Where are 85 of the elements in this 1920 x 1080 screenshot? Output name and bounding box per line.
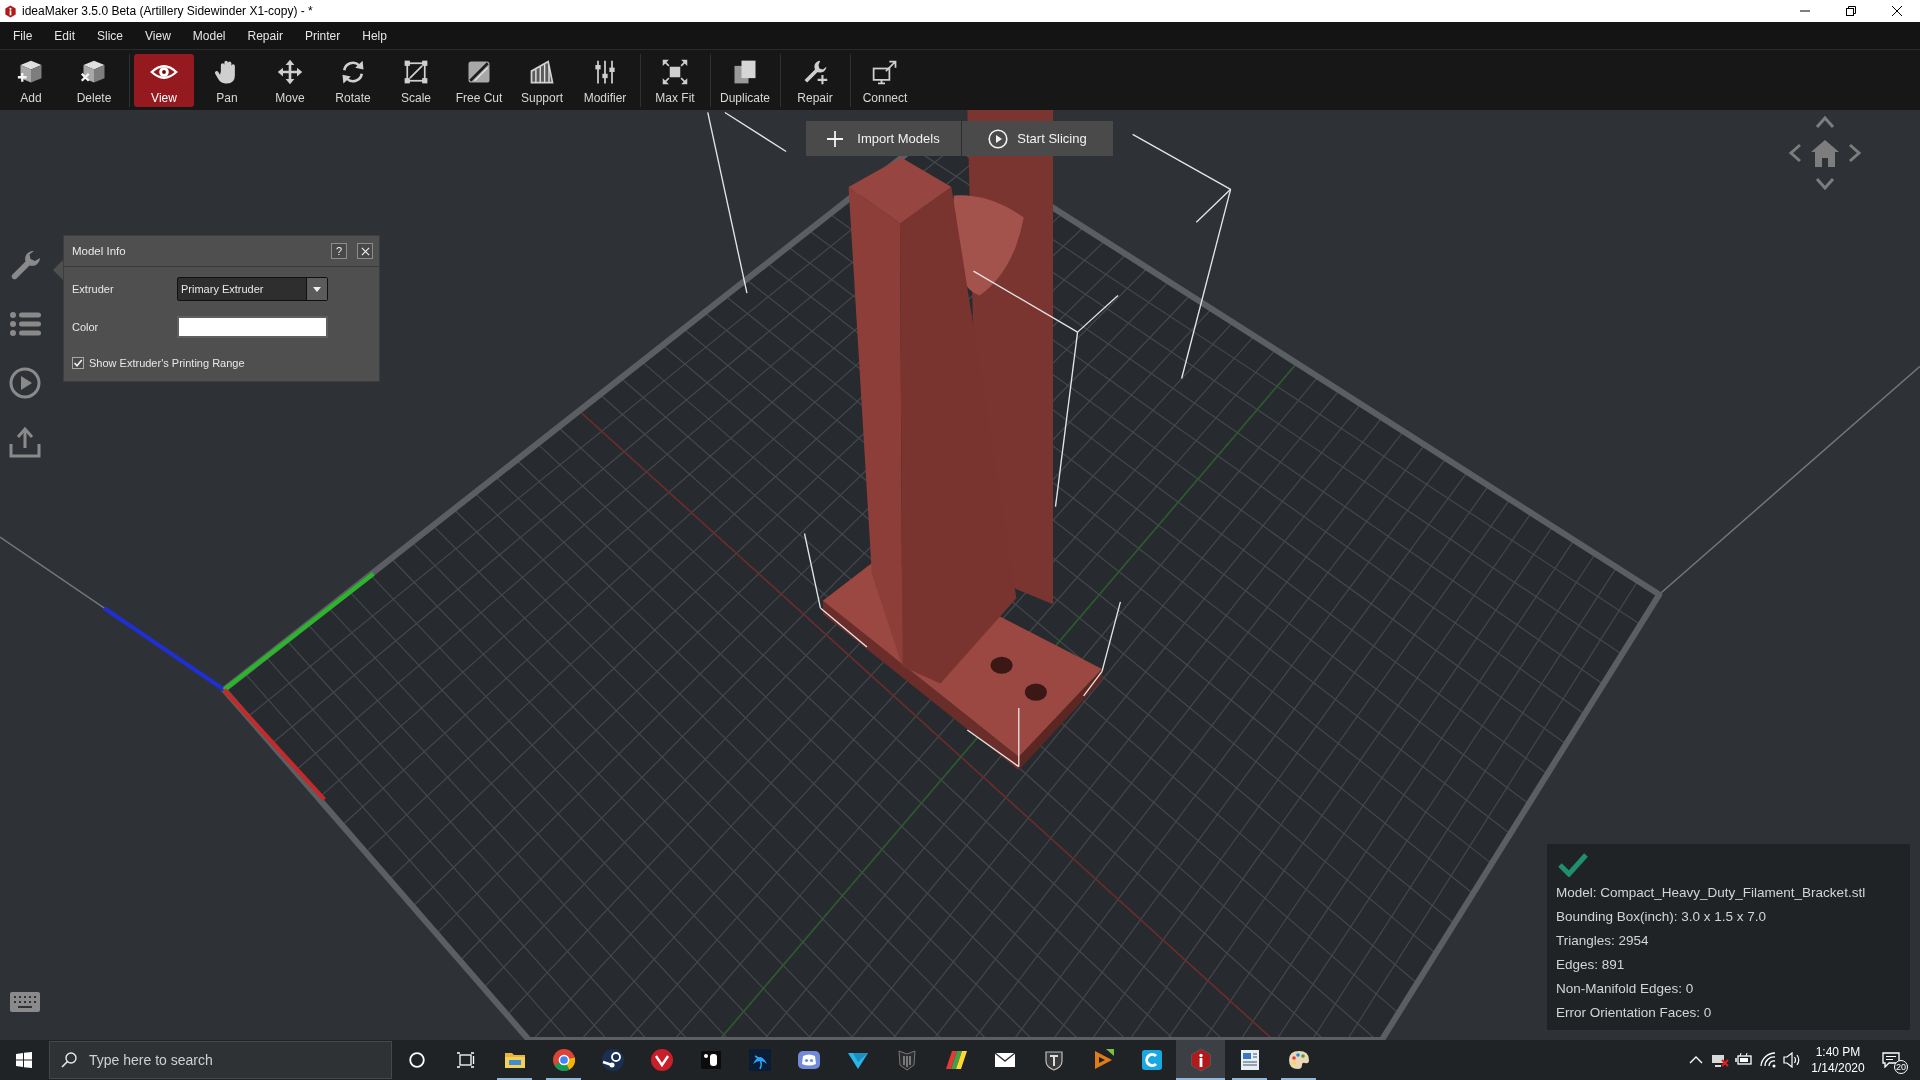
swirl-icon — [747, 1048, 772, 1072]
stats-line: Edges: 891 — [1556, 956, 1626, 974]
stats-line: Triangles: 2954 — [1556, 932, 1650, 950]
menu-item[interactable]: Repair — [236, 22, 294, 49]
toolbar-button[interactable]: Move — [260, 54, 320, 107]
toolbar-button[interactable]: Modifier — [575, 54, 635, 107]
keyboard-icon[interactable] — [10, 992, 40, 1012]
menu-item[interactable]: File — [2, 22, 44, 49]
expand-icon — [661, 58, 689, 86]
clock-button[interactable]: 1:40 PM 1/14/2020 — [1804, 1040, 1872, 1080]
checkbox-label[interactable]: Show Extruder's Printing Range — [89, 357, 245, 369]
checkbox[interactable] — [72, 357, 84, 369]
toolbar-button[interactable]: Free Cut — [449, 54, 509, 107]
toolbar-button[interactable]: Max Fit — [645, 54, 705, 107]
wrench-icon[interactable] — [9, 249, 41, 281]
menu-item[interactable]: Printer — [293, 22, 352, 49]
menu-item[interactable]: Edit — [43, 22, 87, 49]
arc-tile-icon — [1139, 1048, 1164, 1072]
windows-logo-icon — [16, 1052, 32, 1068]
plus-icon — [827, 130, 844, 147]
toolbar-button[interactable]: Rotate — [323, 54, 383, 107]
caret-down-icon — [313, 286, 321, 292]
toolbar-button[interactable]: Scale — [386, 54, 446, 107]
notification-badge: 20 — [1894, 1060, 1908, 1074]
restore-icon — [1846, 6, 1856, 16]
search-field[interactable]: Type here to search — [49, 1041, 392, 1079]
chevron-left-icon[interactable] — [1787, 143, 1803, 163]
panel-title: Model Info — [72, 245, 127, 257]
square-logo-icon — [698, 1048, 723, 1072]
color-swatch[interactable] — [177, 316, 328, 338]
resize-frame-icon — [402, 58, 430, 86]
close-icon — [360, 246, 370, 256]
gamepad-icon — [796, 1048, 821, 1072]
support-columns-icon — [528, 58, 556, 86]
toolbar-button[interactable]: Connect — [855, 54, 915, 107]
help-button[interactable]: ? — [331, 243, 347, 259]
move-arrows-icon — [276, 58, 304, 86]
piston-disc-icon — [600, 1048, 625, 1072]
app-logo-icon — [4, 4, 17, 18]
toolbar-button[interactable]: View — [134, 54, 194, 107]
import-models-button[interactable]: Import Models — [806, 121, 961, 156]
toolbar-button[interactable]: Pan — [197, 54, 257, 107]
stats-line: Non-Manifold Edges: 0 — [1556, 980, 1695, 998]
toolbar-button[interactable]: Support — [512, 54, 572, 107]
striped-parallelogram-icon — [943, 1048, 968, 1072]
stats-line: Model: Compact_Heavy_Duty_Filament_Bracket.stl — [1556, 884, 1867, 902]
model-bracket[interactable] — [822, 110, 1103, 771]
monitor-link-icon — [871, 58, 899, 86]
toolbar-button[interactable]: Duplicate — [715, 54, 775, 107]
tricolor-circle-icon — [551, 1048, 576, 1072]
search-icon — [61, 1052, 77, 1068]
upload-icon[interactable] — [9, 426, 41, 458]
home-icon[interactable] — [1810, 138, 1840, 168]
chevron-down-icon[interactable] — [1815, 176, 1835, 192]
chevron-disc-icon — [649, 1048, 674, 1072]
stats-line: Bounding Box(inch): 3.0 x 1.5 x 7.0 — [1556, 908, 1768, 926]
play-circle-icon[interactable] — [9, 367, 41, 399]
extruder-dropdown[interactable]: Primary Extruder — [177, 277, 328, 301]
palette-icon — [1286, 1048, 1311, 1072]
field-label: Extruder — [72, 283, 115, 295]
notification-button[interactable]: 20 — [1872, 1040, 1920, 1080]
volume-icon[interactable] — [1783, 1052, 1801, 1068]
task-view-icon — [456, 1052, 475, 1068]
battery-icon[interactable] — [1735, 1052, 1753, 1068]
toolbar-button[interactable]: Add — [1, 54, 61, 107]
menu-item[interactable]: Help — [351, 22, 398, 49]
stats-line: Error Orientation Faces: 0 — [1556, 1004, 1713, 1022]
start-slicing-button[interactable]: Start Slicing — [961, 121, 1113, 156]
toolbar-button[interactable]: Repair — [785, 54, 845, 107]
hexagon-logo-icon — [1188, 1048, 1213, 1072]
close-panel-button[interactable] — [357, 243, 373, 259]
field-label: Color — [72, 321, 100, 333]
chevron-up-icon[interactable] — [1815, 114, 1835, 130]
panel-pointer — [53, 260, 63, 280]
window-title: ideaMaker 3.5.0 Beta (Artillery Sidewinder X1-copy) - * — [22, 4, 314, 18]
menu-item[interactable]: Slice — [86, 22, 135, 49]
play-circle-icon — [988, 128, 1009, 149]
network-icon[interactable] — [1711, 1052, 1729, 1068]
wifi-icon[interactable] — [1759, 1052, 1777, 1068]
menu-item[interactable]: Model — [181, 22, 237, 49]
ring-icon — [407, 1052, 426, 1068]
toolbar-button[interactable]: Delete — [64, 54, 124, 107]
close-icon — [1892, 6, 1902, 16]
menu-item[interactable]: View — [134, 22, 182, 49]
chevron-right-icon[interactable] — [1847, 143, 1863, 163]
